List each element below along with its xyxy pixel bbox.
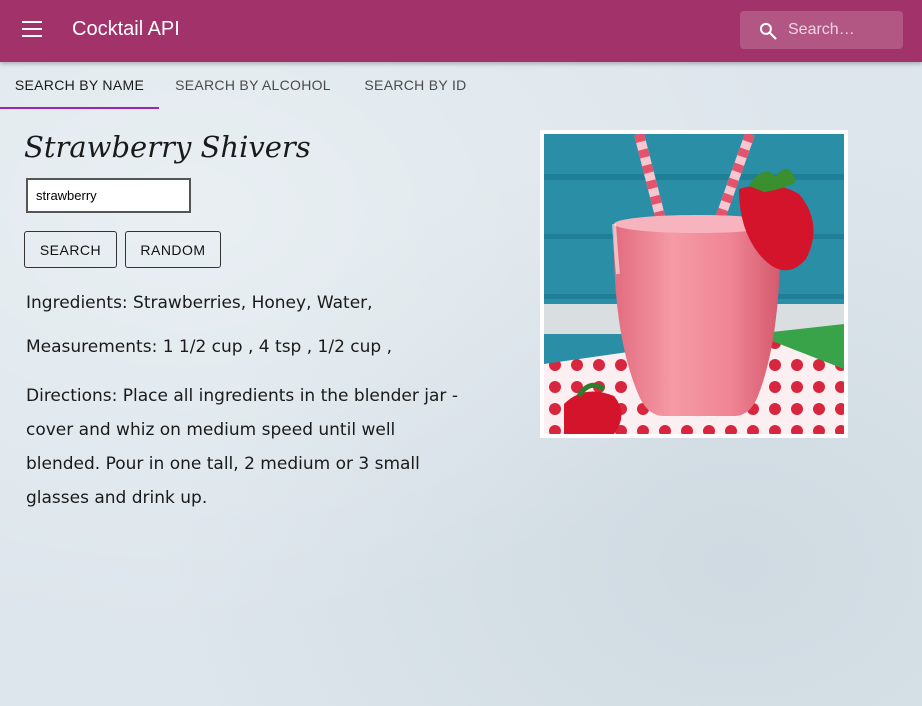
active-tab-indicator — [0, 107, 159, 109]
drink-image — [540, 130, 848, 438]
app-bar: Cocktail API — [0, 0, 922, 62]
measurements-text: Measurements: 1 1/2 cup , 4 tsp , 1/2 cu… — [26, 337, 393, 357]
search-button[interactable]: SEARCH — [24, 231, 117, 268]
drink-name-input[interactable] — [26, 178, 191, 213]
menu-icon[interactable] — [22, 21, 42, 37]
ingredients-text: Ingredients: Strawberries, Honey, Water, — [26, 293, 373, 313]
drink-title: Strawberry Shivers — [24, 130, 311, 164]
search-input[interactable] — [788, 11, 896, 49]
tab-bar: SEARCH BY NAME SEARCH BY ALCOHOL SEARCH … — [0, 62, 922, 110]
app-title: Cocktail API — [72, 18, 180, 40]
tab-search-by-id[interactable]: SEARCH BY ID — [347, 62, 484, 108]
search-box[interactable] — [740, 11, 903, 49]
tab-search-by-name[interactable]: SEARCH BY NAME — [0, 62, 159, 108]
tab-search-by-alcohol[interactable]: SEARCH BY ALCOHOL — [159, 62, 347, 108]
random-button[interactable]: RANDOM — [125, 231, 221, 268]
drink-photo-illustration — [544, 134, 844, 434]
directions-text: Directions: Place all ingredients in the… — [26, 386, 458, 508]
search-icon[interactable] — [758, 21, 778, 41]
